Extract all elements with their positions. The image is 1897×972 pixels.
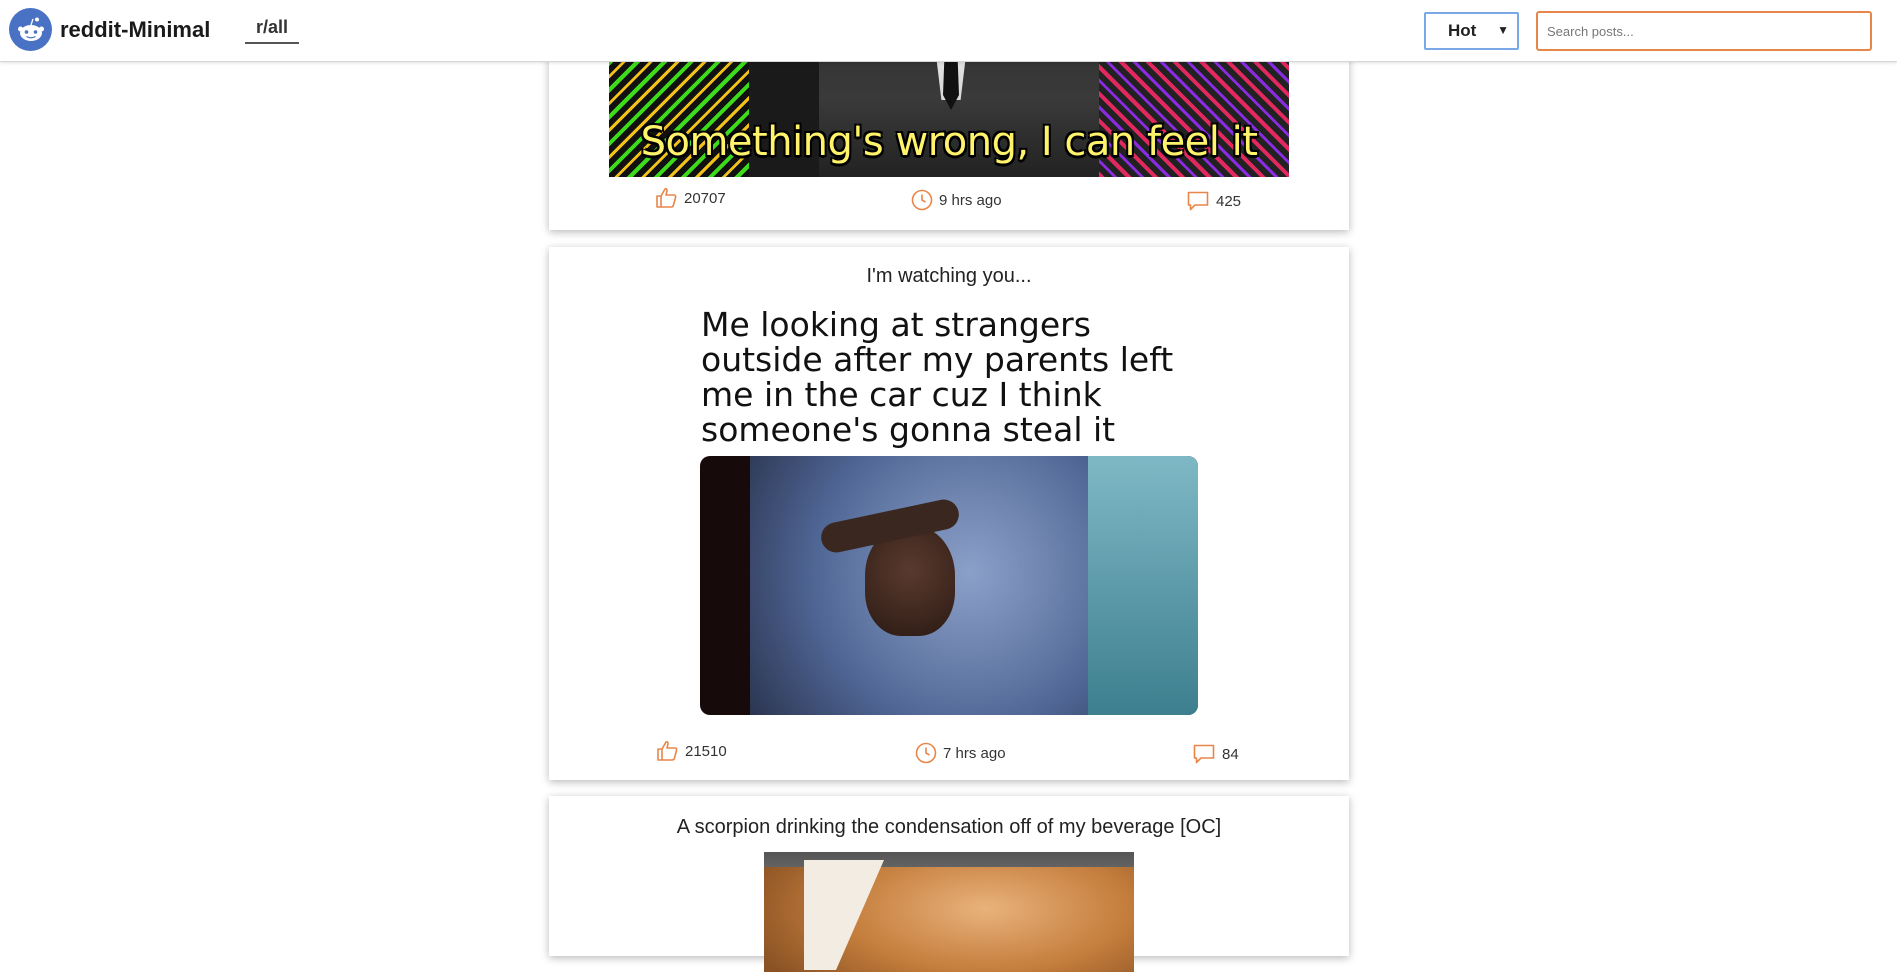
clock-icon [915, 742, 937, 764]
comment-count: 425 [1216, 192, 1242, 210]
logo-link[interactable]: reddit-Minimal [9, 8, 210, 51]
post-image[interactable] [764, 852, 1134, 972]
upvote-count: 21510 [685, 742, 727, 760]
sort-selected-label: Hot [1448, 21, 1477, 40]
image-caption-text: Me looking at strangers outside after my… [701, 305, 1174, 449]
top-bar: reddit-Minimal r/all Hot ▼ [0, 0, 1897, 62]
post-footer: 21510 7 hrs ago 84 [549, 739, 1349, 769]
comments-button[interactable]: 84 [1192, 742, 1239, 766]
upvote-button[interactable]: 21510 [655, 739, 727, 763]
time-text: 9 hrs ago [939, 191, 1002, 209]
comment-icon [1187, 191, 1209, 211]
brand-title: reddit-Minimal [60, 16, 211, 42]
post-image[interactable] [700, 456, 1198, 715]
clock-icon [911, 189, 933, 211]
upvote-button[interactable]: 20707 [654, 186, 726, 210]
thumbs-up-icon [657, 740, 678, 761]
comment-count: 84 [1222, 745, 1239, 763]
search-input[interactable] [1536, 11, 1872, 51]
image-teal-figure [1088, 456, 1198, 715]
sort-select[interactable]: Hot ▼ [1424, 12, 1519, 50]
image-caption-text: Something's wrong, I can feel it [640, 119, 1258, 165]
post-title[interactable]: I'm watching you... [549, 265, 1349, 288]
chevron-down-icon: ▼ [1497, 23, 1509, 37]
post-time: 9 hrs ago [911, 189, 1002, 211]
post-title[interactable]: A scorpion drinking the condensation off… [549, 816, 1349, 839]
comment-icon [1193, 744, 1215, 764]
post-footer: 20707 9 hrs ago 425 [549, 186, 1349, 216]
tab-r-all[interactable]: r/all [245, 17, 299, 44]
reddit-logo-icon [9, 8, 52, 51]
comments-button[interactable]: 425 [1186, 189, 1241, 213]
time-text: 7 hrs ago [943, 744, 1006, 762]
thumbs-up-icon [656, 187, 677, 208]
post-card[interactable]: I'm watching you... Me looking at strang… [549, 247, 1349, 780]
post-time: 7 hrs ago [915, 742, 1006, 764]
upvote-count: 20707 [684, 189, 726, 207]
post-card[interactable]: A scorpion drinking the condensation off… [549, 796, 1349, 972]
